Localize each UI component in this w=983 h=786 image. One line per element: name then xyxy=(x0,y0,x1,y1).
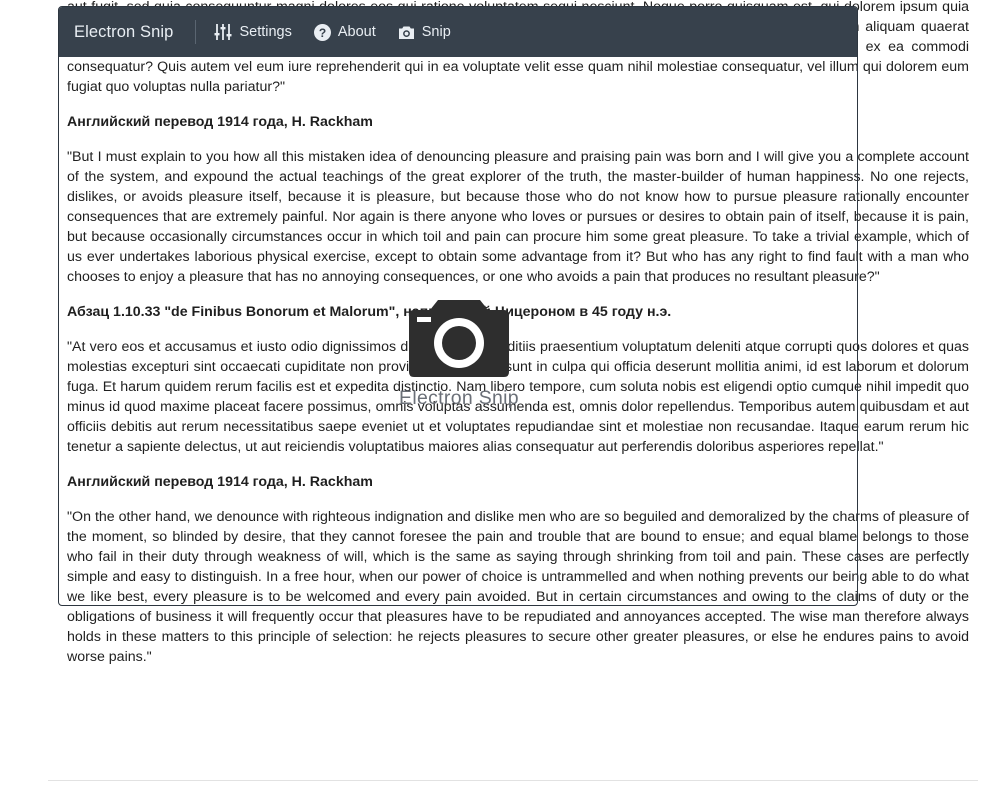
help-circle-icon: ? xyxy=(313,23,331,41)
settings-label: Settings xyxy=(239,24,292,40)
camera-icon xyxy=(398,26,414,39)
toolbar: Electron Snip Settings ? About Snip xyxy=(59,7,857,57)
about-button[interactable]: ? About xyxy=(313,23,376,41)
toolbar-divider xyxy=(195,20,197,44)
settings-button[interactable]: Settings xyxy=(214,23,292,41)
svg-text:?: ? xyxy=(319,26,326,40)
snip-window[interactable]: Electron Snip Settings ? About Snip Elec… xyxy=(58,6,858,606)
divider xyxy=(48,780,978,781)
snip-label: Snip xyxy=(421,24,451,40)
snip-button[interactable]: Snip xyxy=(398,24,451,40)
app-title: Electron Snip xyxy=(74,22,174,41)
about-label: About xyxy=(337,24,376,40)
center-title: Electron Snip xyxy=(399,387,519,409)
center-logo: Electron Snip xyxy=(394,296,524,410)
sliders-icon xyxy=(214,24,232,40)
camera-icon xyxy=(409,300,509,377)
